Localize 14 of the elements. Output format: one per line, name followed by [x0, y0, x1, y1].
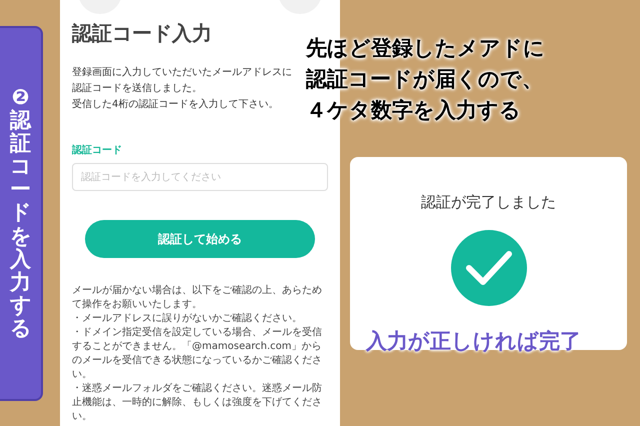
step-label: ❷認証コードを入力する: [10, 86, 31, 340]
note-text: ・迷惑メールフォルダをご確認ください。迷惑メール防止機能は、一時的に解除、もしくは強度を下げてください。: [72, 382, 323, 424]
note-text: ・メールアドレスに誤りがないかご確認ください。: [72, 312, 303, 326]
code-input-field[interactable]: 認証コードを入力してください: [72, 163, 328, 191]
result-note: 入力が正しければ完了: [366, 328, 581, 355]
note-text: メールが届かない場合は、以下をご確認の上、あらためて操作をお願いいたします。: [72, 284, 323, 312]
page-title: 認証コード入力: [72, 20, 212, 47]
note-text: ・ドメイン指定受信を設定している場合、メールを受信することができません。「@mamosearch.com」からのメールを受信できる状態になっているかご確認ください。: [72, 326, 323, 382]
complete-message: 認証が完了しました: [421, 192, 556, 213]
check-icon: [450, 230, 526, 306]
field-label: 認証コード: [72, 144, 122, 158]
intro-text: 受信した4桁の認証コードを入力して下さい。: [72, 98, 280, 112]
intro-text: 登録画面に入力していただいたメールアドレスに認証コードを送信しました。: [72, 66, 293, 96]
verify-button[interactable]: 認証して始める: [85, 220, 315, 258]
